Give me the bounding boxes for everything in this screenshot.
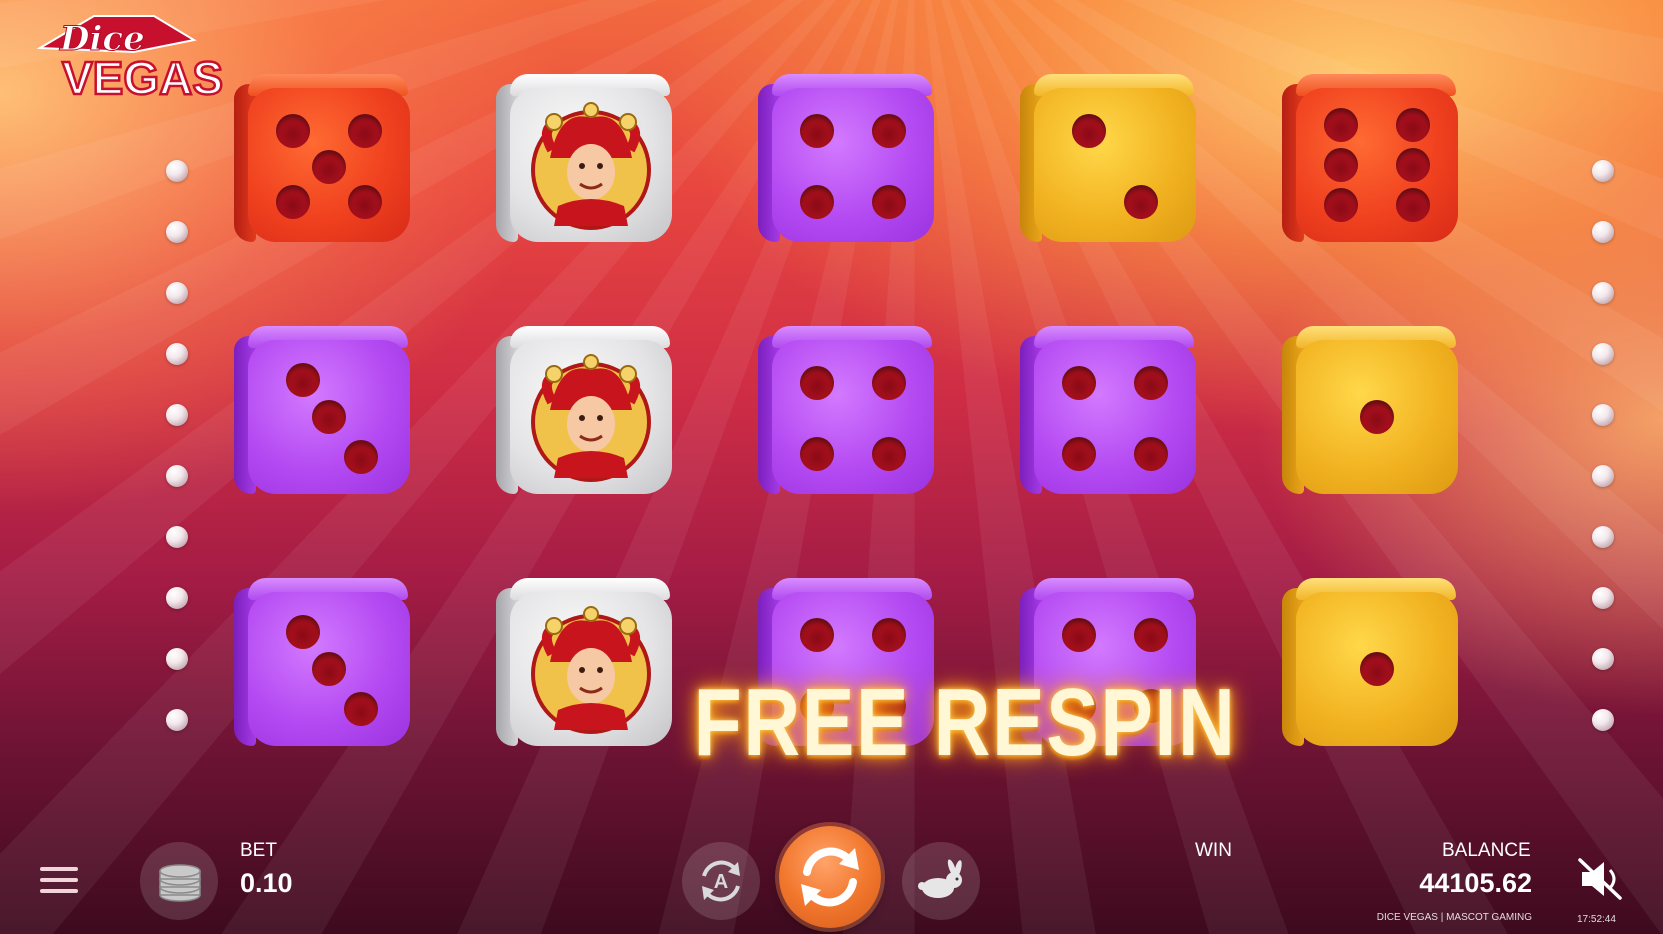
free-respin-banner: FREE RESPIN xyxy=(693,669,1237,776)
die-pip xyxy=(347,114,382,149)
win-label: WIN xyxy=(1195,840,1232,861)
die-purple-3 xyxy=(234,578,412,750)
payline-marker xyxy=(166,282,188,304)
control-bar: BET 0.10 A WIN BALANCE 44105.62 DICE VEG… xyxy=(0,804,1663,934)
spin-icon xyxy=(801,847,859,907)
jester-icon xyxy=(510,340,672,494)
die-purple-4 xyxy=(758,326,936,498)
payline-marker xyxy=(1592,526,1614,548)
payline-marker xyxy=(1592,648,1614,670)
die-pip xyxy=(1123,184,1158,219)
payline-marker xyxy=(166,160,188,182)
die-pip xyxy=(312,149,346,184)
payline-marker xyxy=(166,465,188,487)
svg-text:VEGAS: VEGAS xyxy=(62,52,223,104)
payline-marker xyxy=(1592,160,1614,182)
die-purple-4 xyxy=(758,74,936,246)
die-pip xyxy=(312,400,346,434)
die-pip xyxy=(1133,618,1168,653)
die-purple-3 xyxy=(234,326,412,498)
die-pip xyxy=(1360,652,1394,686)
balance-value: 44105.62 xyxy=(1419,868,1532,898)
bet-label: BET xyxy=(240,840,277,861)
spin-button[interactable] xyxy=(779,826,881,928)
payline-marker xyxy=(166,343,188,365)
payline-marker xyxy=(166,709,188,731)
autoplay-icon: A xyxy=(702,860,740,902)
menu-icon[interactable] xyxy=(40,867,78,897)
payline-marker xyxy=(166,648,188,670)
die-yellow-2 xyxy=(1020,74,1198,246)
left-payline-markers xyxy=(166,160,192,770)
die-jester-wild xyxy=(496,326,674,498)
die-yellow-1 xyxy=(1282,578,1460,750)
payline-marker xyxy=(166,404,188,426)
die-pip xyxy=(286,363,321,398)
coins-icon xyxy=(159,864,201,902)
turbo-rabbit-icon xyxy=(918,859,962,898)
die-pip xyxy=(347,184,382,219)
svg-text:A: A xyxy=(714,871,728,893)
footer-credits: DICE VEGAS | MASCOT GAMING xyxy=(1376,912,1532,923)
die-pip xyxy=(1395,148,1430,182)
right-payline-markers xyxy=(1592,160,1618,770)
payline-marker xyxy=(166,221,188,243)
payline-marker xyxy=(1592,404,1614,426)
die-jester-wild xyxy=(496,74,674,246)
die-pip xyxy=(1133,436,1168,471)
die-pip xyxy=(871,114,906,149)
die-pip xyxy=(286,615,321,650)
die-pip xyxy=(1395,107,1430,142)
die-pip xyxy=(312,652,346,686)
clock: 17:52:44 xyxy=(1577,914,1616,925)
die-red-5 xyxy=(234,74,412,246)
jester-icon xyxy=(510,592,672,746)
payline-marker xyxy=(1592,465,1614,487)
sound-toggle-button[interactable] xyxy=(1576,856,1626,902)
dice-vegas-logo: Dice VEGAS xyxy=(36,15,224,105)
die-yellow-1 xyxy=(1282,326,1460,498)
payline-marker xyxy=(1592,221,1614,243)
payline-marker xyxy=(1592,282,1614,304)
die-pip xyxy=(1395,188,1430,223)
die-pip xyxy=(1133,366,1168,401)
die-pip xyxy=(871,436,906,471)
die-pip xyxy=(871,184,906,219)
die-red-6 xyxy=(1282,74,1460,246)
payline-marker xyxy=(166,587,188,609)
turbo-button[interactable] xyxy=(902,842,980,920)
die-pip xyxy=(1360,400,1394,434)
jester-icon xyxy=(510,88,672,242)
payline-marker xyxy=(1592,587,1614,609)
bet-selector-button[interactable] xyxy=(140,842,218,920)
die-pip xyxy=(871,366,906,401)
die-jester-wild xyxy=(496,578,674,750)
die-pip xyxy=(1072,114,1107,149)
payline-marker xyxy=(1592,709,1614,731)
balance-label: BALANCE xyxy=(1442,840,1531,861)
die-pip xyxy=(871,618,906,653)
payline-marker xyxy=(1592,343,1614,365)
die-purple-4 xyxy=(1020,326,1198,498)
sound-muted-icon xyxy=(1578,858,1622,900)
bet-value: 0.10 xyxy=(240,868,293,898)
autoplay-button[interactable]: A xyxy=(682,842,760,920)
payline-marker xyxy=(166,526,188,548)
